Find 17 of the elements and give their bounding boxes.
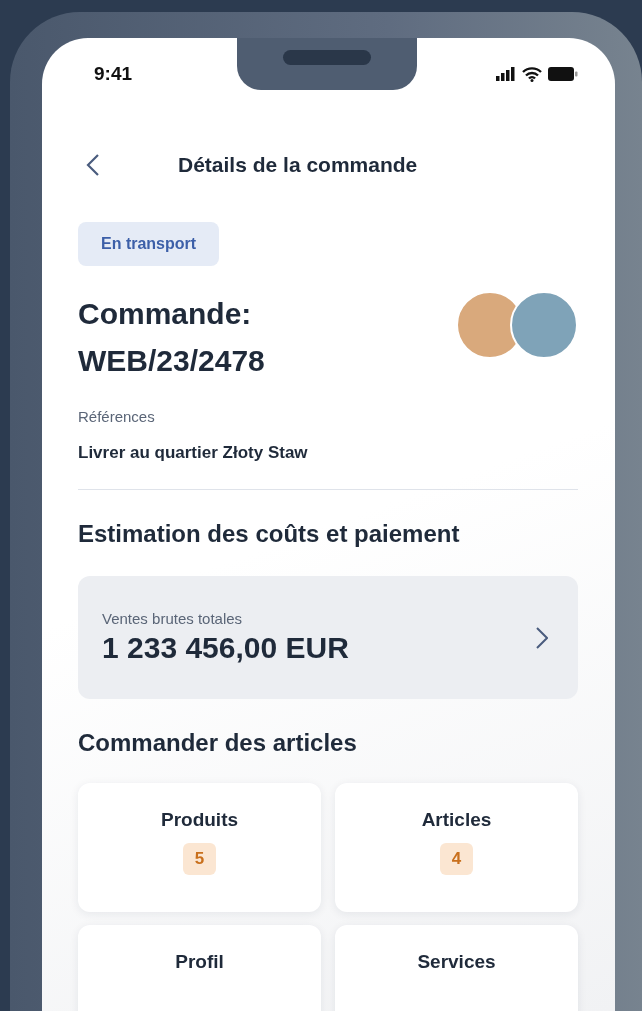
order-title: Commande: WEB/23/2478 [78, 296, 265, 379]
status-time: 9:41 [94, 63, 133, 85]
sales-label: Ventes brutes totales [102, 610, 244, 627]
references-label: Références [78, 408, 156, 425]
count-badge: 4 [439, 843, 474, 875]
references-value: Livrer au quartier Złoty Staw [78, 443, 309, 463]
category-tile[interactable]: Profil [78, 925, 321, 1011]
category-tile[interactable]: Produits 5 [78, 783, 321, 912]
sales-card[interactable]: Ventes brutes totales 1 233 456,00 EUR [78, 576, 578, 699]
sales-amount: 1 233 456,00 EUR [102, 631, 349, 665]
count-badge: 5 [182, 843, 217, 875]
category-tile[interactable]: Services [335, 925, 578, 1011]
section-heading: Commander des articles [78, 729, 358, 757]
category-tile[interactable]: Articles 4 [335, 783, 578, 912]
section-heading: Estimation des coûts et paiement [78, 520, 461, 548]
page-title: Détails de la commande [178, 153, 418, 177]
status-badge: En transport [78, 222, 220, 266]
